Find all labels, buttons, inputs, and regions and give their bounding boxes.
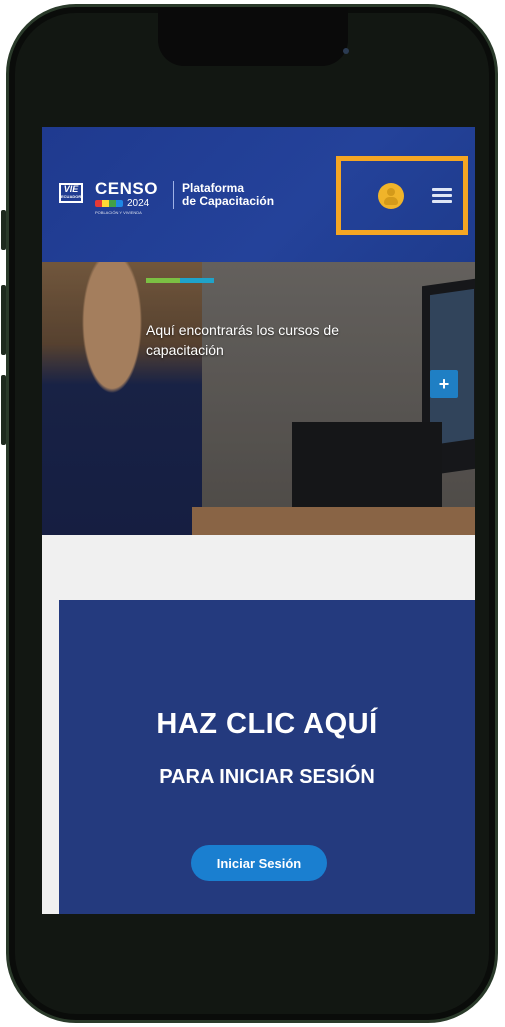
front-camera: [343, 48, 349, 54]
hero-overlay: [42, 262, 475, 535]
censo-logo-year: 2024: [127, 198, 150, 209]
mute-switch: [1, 210, 6, 250]
screen: VIE ECUADOR CENSO 2024 POBLACIÓN Y VIVIE…: [42, 127, 475, 914]
login-card-subtitle: PARA INICIAR SESIÓN: [159, 766, 375, 788]
vie-logo-text: VIE: [63, 184, 79, 194]
menu-icon[interactable]: [432, 188, 452, 204]
hero-accent-bar: [146, 278, 214, 283]
censo-logo-tagline: POBLACIÓN Y VIVIENDA: [95, 210, 142, 215]
expand-plus-button[interactable]: +: [430, 370, 458, 398]
censo-logo-word: CENSO: [95, 179, 158, 198]
hero-text: Aquí encontrarás los cursos de capacitac…: [146, 322, 339, 358]
phone-notch: [158, 8, 349, 66]
login-button[interactable]: Iniciar Sesión: [191, 845, 327, 881]
volume-down-button: [1, 375, 6, 445]
vie-logo[interactable]: VIE ECUADOR: [59, 183, 83, 203]
platform-title-line2: de Capacitación: [182, 194, 275, 208]
login-card-title: HAZ CLIC AQUÍ: [156, 708, 378, 740]
user-icon[interactable]: [378, 183, 404, 209]
hero-banner: Aquí encontrarás los cursos de capacitac…: [42, 262, 475, 535]
login-card: HAZ CLIC AQUÍ PARA INICIAR SESIÓN Inicia…: [59, 600, 475, 914]
volume-up-button: [1, 285, 6, 355]
site-header: VIE ECUADOR CENSO 2024 POBLACIÓN Y VIVIE…: [42, 127, 475, 262]
platform-title: Plataforma de Capacitación: [182, 182, 274, 208]
censo-logo[interactable]: CENSO 2024 POBLACIÓN Y VIVIENDA: [95, 180, 163, 215]
censo-logo-stripes: [95, 200, 123, 207]
vie-logo-subtext: ECUADOR: [61, 194, 82, 199]
logo-divider: [173, 181, 174, 209]
